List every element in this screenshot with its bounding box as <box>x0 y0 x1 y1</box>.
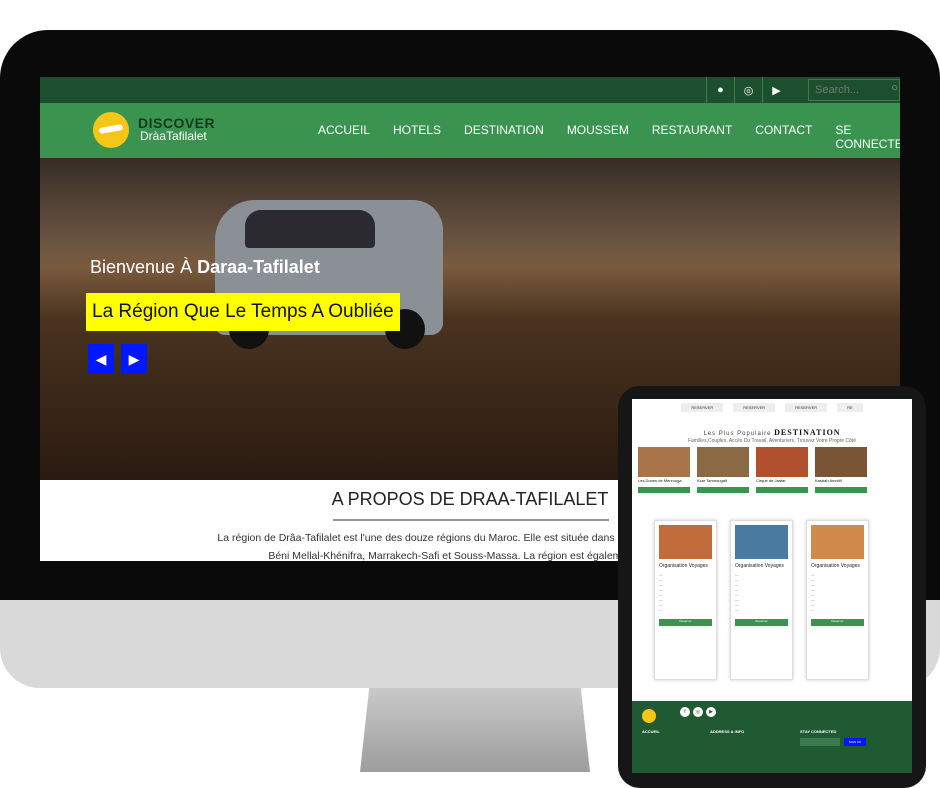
brand-line2: DràaTafilalet <box>140 129 207 143</box>
destination-desc: Familles,Couples, Accès Du Travail, Aven… <box>687 438 857 444</box>
destination-title: DESTINATION <box>774 428 841 437</box>
tablet-screen: RESERVER RESERVER RESERVER RE Les Plus P… <box>632 399 912 773</box>
hero-welcome: Bienvenue À Daraa-Tafilalet <box>90 257 320 278</box>
reserve-button[interactable]: RESERVER <box>785 403 828 412</box>
nav-item-restaurant[interactable]: RESTAURANT <box>652 123 732 151</box>
destination-list: Les Dunes de Merzouga Ksar Tamnougalt Ci… <box>638 447 867 499</box>
search-input[interactable] <box>808 79 900 101</box>
social-links: ● ◎ ▶ <box>706 77 790 103</box>
destination-button[interactable] <box>756 487 808 493</box>
destination-button[interactable] <box>638 487 690 493</box>
instagram-icon[interactable]: ◎ <box>693 707 703 717</box>
destination-card[interactable]: Kasbah Amridil <box>815 447 867 499</box>
footer-col-address: ADDRESS & INFO <box>710 729 745 734</box>
hero-slogan: La Région Que Le Temps A Oubliée <box>86 293 400 331</box>
hero-welcome-text: Bienvenue À <box>90 257 193 277</box>
nav-item-destination[interactable]: DESTINATION <box>464 123 544 151</box>
voyage-cards: Organisation Voyages — — — — — — — — Reserver Org… <box>654 520 869 680</box>
footer-col-links: ACCUEIL <box>642 729 660 734</box>
destination-card[interactable]: Ksar Tamnougalt <box>697 447 749 499</box>
search-icon[interactable]: ○ <box>891 82 898 94</box>
destination-name: Kasbah Amridil <box>815 478 842 483</box>
footer-logo-icon <box>642 709 656 723</box>
monitor-stand <box>360 688 590 772</box>
footer-social: f ◎ ▶ <box>680 707 716 717</box>
hero-welcome-region: Daraa-Tafilalet <box>197 257 320 277</box>
nav-item-hotels[interactable]: HOTELS <box>393 123 441 151</box>
destination-name: Cirque de Jaafar <box>756 478 786 483</box>
reserve-button[interactable]: RESERVER <box>681 403 724 412</box>
reserver-button[interactable]: Reserver <box>735 619 788 626</box>
footer-email-input[interactable] <box>800 738 840 746</box>
main-nav: DISCOVER DràaTafilalet ACCUEIL HOTELS DE… <box>40 103 900 158</box>
destination-heading: Les Plus Populaire DESTINATION <box>632 428 912 437</box>
voyage-card: Organisation Voyages — — — — — — — — Reserver <box>806 520 869 680</box>
voyage-card: Organisation Voyages — — — — — — — — Reserver <box>654 520 717 680</box>
reserve-button[interactable]: RE <box>837 403 863 412</box>
nav-menu: ACCUEIL HOTELS DESTINATION MOUSSEM RESTA… <box>318 123 900 151</box>
nav-item-accueil[interactable]: ACCUEIL <box>318 123 370 151</box>
tablet-frame: RESERVER RESERVER RESERVER RE Les Plus P… <box>618 386 926 788</box>
reserve-row: RESERVER RESERVER RESERVER RE <box>632 399 912 412</box>
voyage-title: Organisation Voyages <box>811 563 860 569</box>
destination-card[interactable]: Cirque de Jaafar <box>756 447 808 499</box>
voyage-title: Organisation Voyages <box>735 563 784 569</box>
about-divider <box>333 519 609 521</box>
slider-prev-button[interactable]: ◀ <box>88 344 114 374</box>
destination-name: Les Dunes de Merzouga <box>638 478 682 483</box>
youtube-icon[interactable]: ▶ <box>706 707 716 717</box>
logo-icon[interactable] <box>93 112 129 148</box>
voyage-card: Organisation Voyages — — — — — — — — Reserver <box>730 520 793 680</box>
youtube-icon[interactable]: ▶ <box>762 77 790 103</box>
top-bar: ● ◎ ▶ ○ <box>40 77 900 103</box>
slider-next-button[interactable]: ▶ <box>121 344 147 374</box>
voyage-title: Organisation Voyages <box>659 563 708 569</box>
reserve-button[interactable]: RESERVER <box>733 403 776 412</box>
footer-col-connect: STAY CONNECTED <box>800 729 837 734</box>
destination-button[interactable] <box>697 487 749 493</box>
facebook-icon[interactable]: ● <box>706 77 734 103</box>
tablet-footer: f ◎ ▶ ACCUEIL ADDRESS & INFO STAY CONNEC… <box>632 701 912 773</box>
nav-item-login[interactable]: SE CONNECTER <box>835 123 900 151</box>
destination-button[interactable] <box>815 487 867 493</box>
nav-item-moussem[interactable]: MOUSSEM <box>567 123 629 151</box>
nav-item-contact[interactable]: CONTACT <box>755 123 812 151</box>
destination-card[interactable]: Les Dunes de Merzouga <box>638 447 690 499</box>
facebook-icon[interactable]: f <box>680 707 690 717</box>
destination-name: Ksar Tamnougalt <box>697 478 727 483</box>
reserver-button[interactable]: Reserver <box>659 619 712 626</box>
signup-button[interactable]: SIGN UP <box>844 738 866 746</box>
reserver-button[interactable]: Reserver <box>811 619 864 626</box>
destination-pre: Les Plus Populaire <box>703 431 772 437</box>
instagram-icon[interactable]: ◎ <box>734 77 762 103</box>
